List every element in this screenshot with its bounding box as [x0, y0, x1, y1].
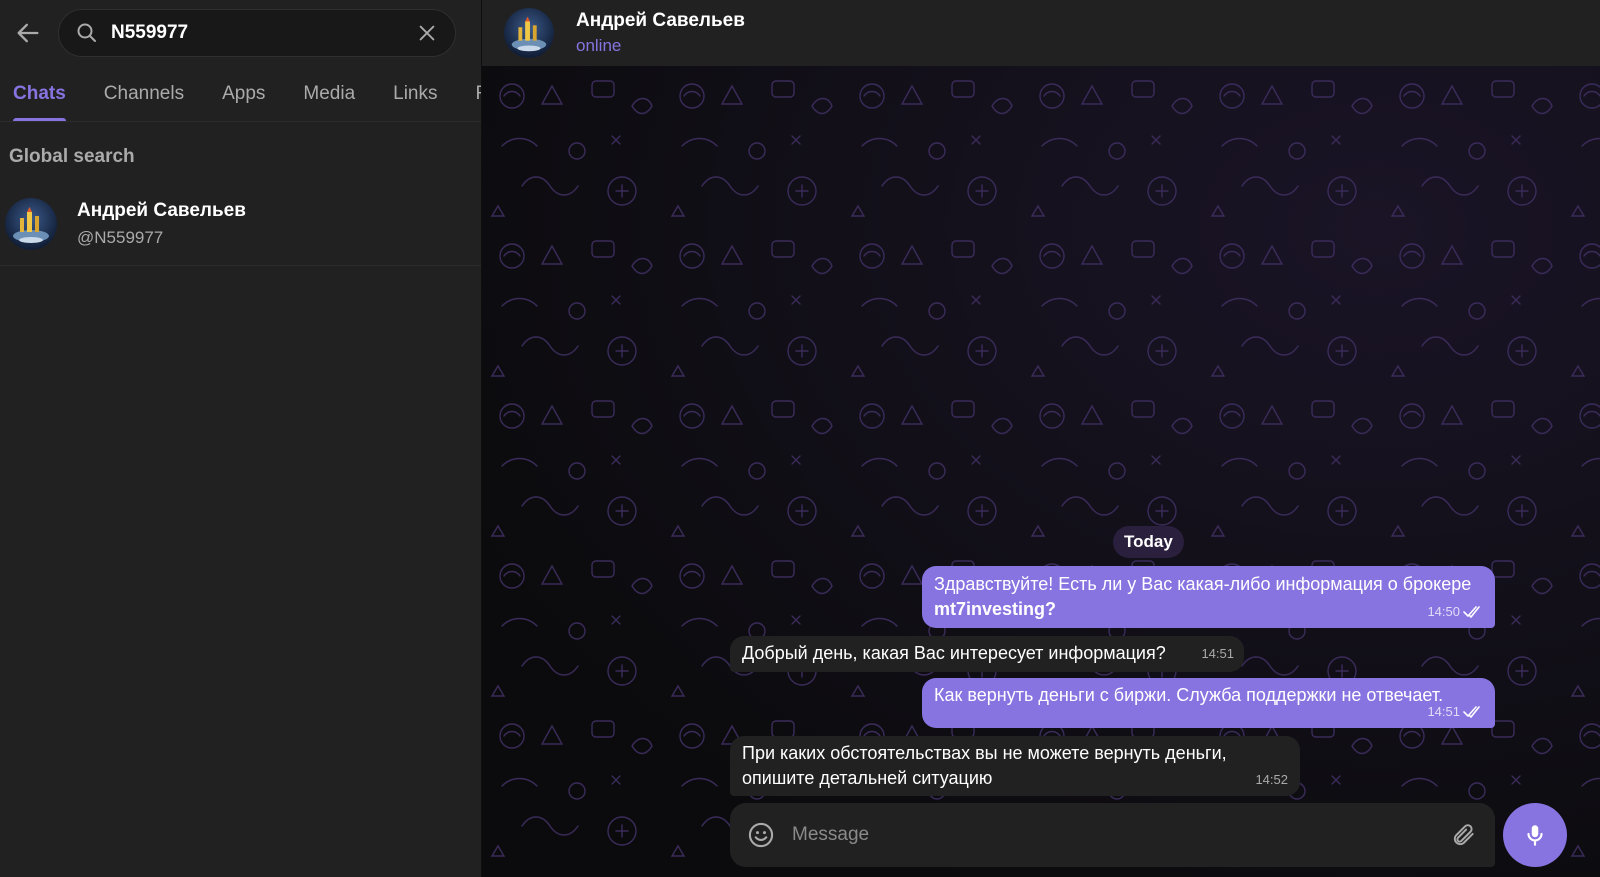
search-result-item[interactable]: Андрей Савельев @N559977 — [0, 182, 481, 266]
message-text: Добрый день, какая Вас интересует информ… — [742, 643, 1166, 663]
chat-title: Андрей Савельев — [576, 10, 745, 31]
result-username: @N559977 — [77, 227, 164, 247]
double-check-icon — [1463, 605, 1480, 618]
search-row — [0, 0, 481, 66]
back-arrow-icon — [17, 23, 39, 43]
message-time: 14:52 — [1255, 772, 1288, 787]
message-text: При каких обстоятельствах вы не можете в… — [742, 743, 1232, 788]
tab-files[interactable]: F — [457, 83, 482, 121]
clear-search-button[interactable] — [413, 19, 441, 47]
message-text: Как вернуть деньги с биржи. Служба подде… — [934, 685, 1444, 705]
emoji-icon — [748, 822, 774, 848]
result-name: Андрей Савельев — [77, 199, 246, 221]
result-texts: Андрей Савельев @N559977 — [77, 200, 246, 248]
telegram-app: Chats Channels Apps Media Links F Global… — [0, 0, 1600, 877]
back-button[interactable] — [8, 13, 48, 53]
voice-record-button[interactable] — [1503, 803, 1567, 867]
chat-pane: Андрей Савельев online Today Здравствуйт… — [482, 0, 1600, 877]
chat-info: Андрей Савельев online — [576, 10, 745, 56]
tab-links[interactable]: Links — [374, 83, 456, 121]
tab-media[interactable]: Media — [284, 83, 374, 121]
message-outgoing[interactable]: Как вернуть деньги с биржи. Служба подде… — [922, 678, 1495, 728]
message-incoming[interactable]: При каких обстоятельствах вы не можете в… — [730, 736, 1300, 796]
chat-avatar[interactable] — [504, 8, 554, 58]
message-time: 14:51 — [1201, 646, 1234, 661]
close-icon — [419, 25, 435, 41]
chat-header[interactable]: Андрей Савельев online — [482, 0, 1600, 66]
tab-chats[interactable]: Chats — [0, 83, 85, 121]
message-bold-text: mt7investing? — [934, 599, 1057, 619]
message-composer — [730, 803, 1495, 867]
message-incoming[interactable]: Добрый день, какая Вас интересует информ… — [730, 636, 1244, 672]
double-check-icon — [1463, 705, 1480, 718]
attach-button[interactable] — [1449, 820, 1479, 850]
search-box[interactable] — [58, 9, 456, 57]
message-time: 14:51 — [1427, 699, 1483, 724]
date-separator: Today — [1113, 526, 1184, 558]
message-time: 14:50 — [1427, 599, 1483, 624]
left-sidebar: Chats Channels Apps Media Links F Global… — [0, 0, 482, 877]
avatar — [5, 197, 57, 250]
search-tabs: Chats Channels Apps Media Links F — [0, 66, 481, 122]
tab-apps[interactable]: Apps — [203, 83, 284, 121]
message-input[interactable] — [792, 824, 1449, 846]
paperclip-icon — [1453, 824, 1474, 846]
search-icon — [75, 21, 99, 45]
message-text: Здравствуйте! Есть ли у Вас какая-либо и… — [934, 574, 1477, 619]
search-input[interactable] — [111, 22, 413, 44]
emoji-button[interactable] — [746, 820, 776, 850]
message-outgoing[interactable]: Здравствуйте! Есть ли у Вас какая-либо и… — [922, 566, 1495, 628]
section-title: Global search — [9, 146, 135, 167]
tab-channels[interactable]: Channels — [85, 83, 203, 121]
chat-status: online — [576, 36, 622, 55]
microphone-icon — [1527, 825, 1543, 846]
